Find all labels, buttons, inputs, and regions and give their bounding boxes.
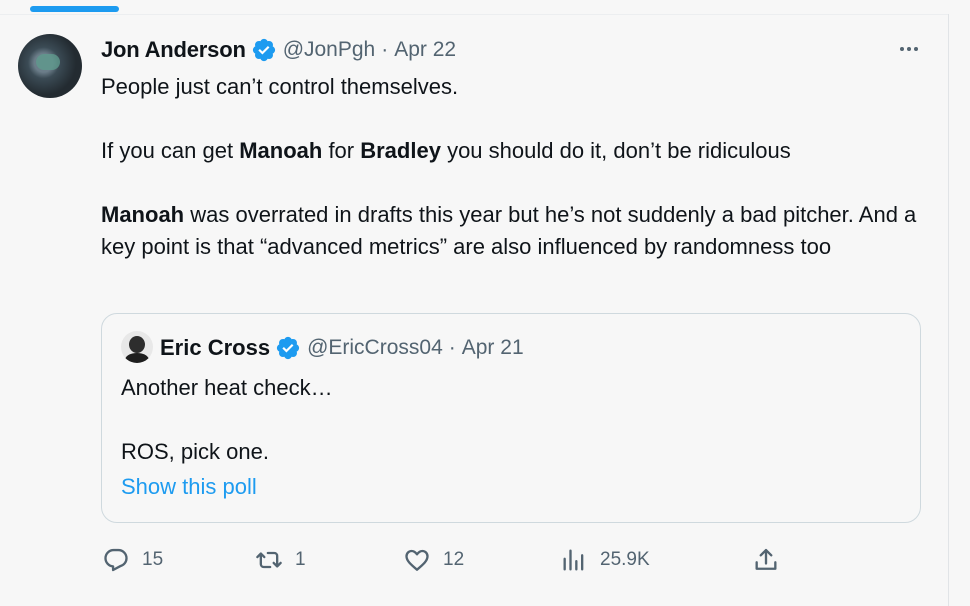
share-icon — [755, 548, 777, 570]
like-count: 12 — [443, 549, 465, 570]
author-avatar[interactable] — [18, 34, 82, 98]
author-handle[interactable]: @JonPgh — [283, 38, 376, 62]
like-button[interactable]: 12 — [403, 546, 464, 574]
tweet-line: If you can get Manoah for Bradley you sh… — [101, 138, 791, 163]
action-bar: 15 1 12 25.9K — [0, 546, 948, 578]
quoted-author-avatar — [121, 331, 153, 363]
author-name[interactable]: Jon Anderson — [101, 37, 246, 63]
quoted-tweet-header: Eric Cross @EricCross04 · Apr 21 — [160, 333, 524, 363]
tweet-line: People just can’t control themselves. — [101, 74, 459, 99]
reply-button[interactable]: 15 — [102, 546, 163, 574]
quoted-tweet-date: Apr 21 — [461, 336, 524, 359]
views-count: 25.9K — [600, 549, 650, 570]
verified-badge-icon — [252, 38, 275, 62]
quoted-line: ROS, pick one. — [121, 439, 269, 464]
tweet-text: People just can’t control themselves. If… — [101, 71, 921, 263]
separator: · — [448, 336, 456, 359]
tweet-date[interactable]: Apr 22 — [394, 38, 456, 62]
retweet-button[interactable]: 1 — [255, 546, 306, 574]
column-border — [948, 14, 949, 606]
show-poll-link[interactable]: Show this poll — [121, 474, 257, 500]
divider — [0, 14, 948, 15]
more-options-button[interactable] — [894, 34, 924, 64]
views-icon — [563, 549, 584, 571]
separator: · — [381, 38, 389, 61]
tweet-line: Manoah was overrated in drafts this year… — [101, 202, 917, 259]
quoted-author-handle: @EricCross04 — [307, 336, 443, 359]
more-icon — [900, 47, 918, 51]
reply-icon — [104, 548, 128, 572]
quoted-line: Another heat check… — [121, 375, 333, 400]
verified-badge-icon — [276, 336, 300, 360]
retweet-icon — [256, 551, 282, 569]
share-button[interactable] — [752, 546, 780, 574]
reply-count: 15 — [142, 549, 164, 570]
quoted-tweet-text: Another heat check… ROS, pick one. — [121, 372, 881, 468]
tweet-header: Jon Anderson @JonPgh · Apr 22 — [101, 36, 456, 64]
views-button[interactable]: 25.9K — [560, 546, 650, 574]
tab-indicator — [30, 6, 119, 12]
quoted-author-name: Eric Cross — [160, 335, 271, 360]
retweet-count: 1 — [295, 549, 306, 570]
like-icon — [405, 549, 429, 571]
